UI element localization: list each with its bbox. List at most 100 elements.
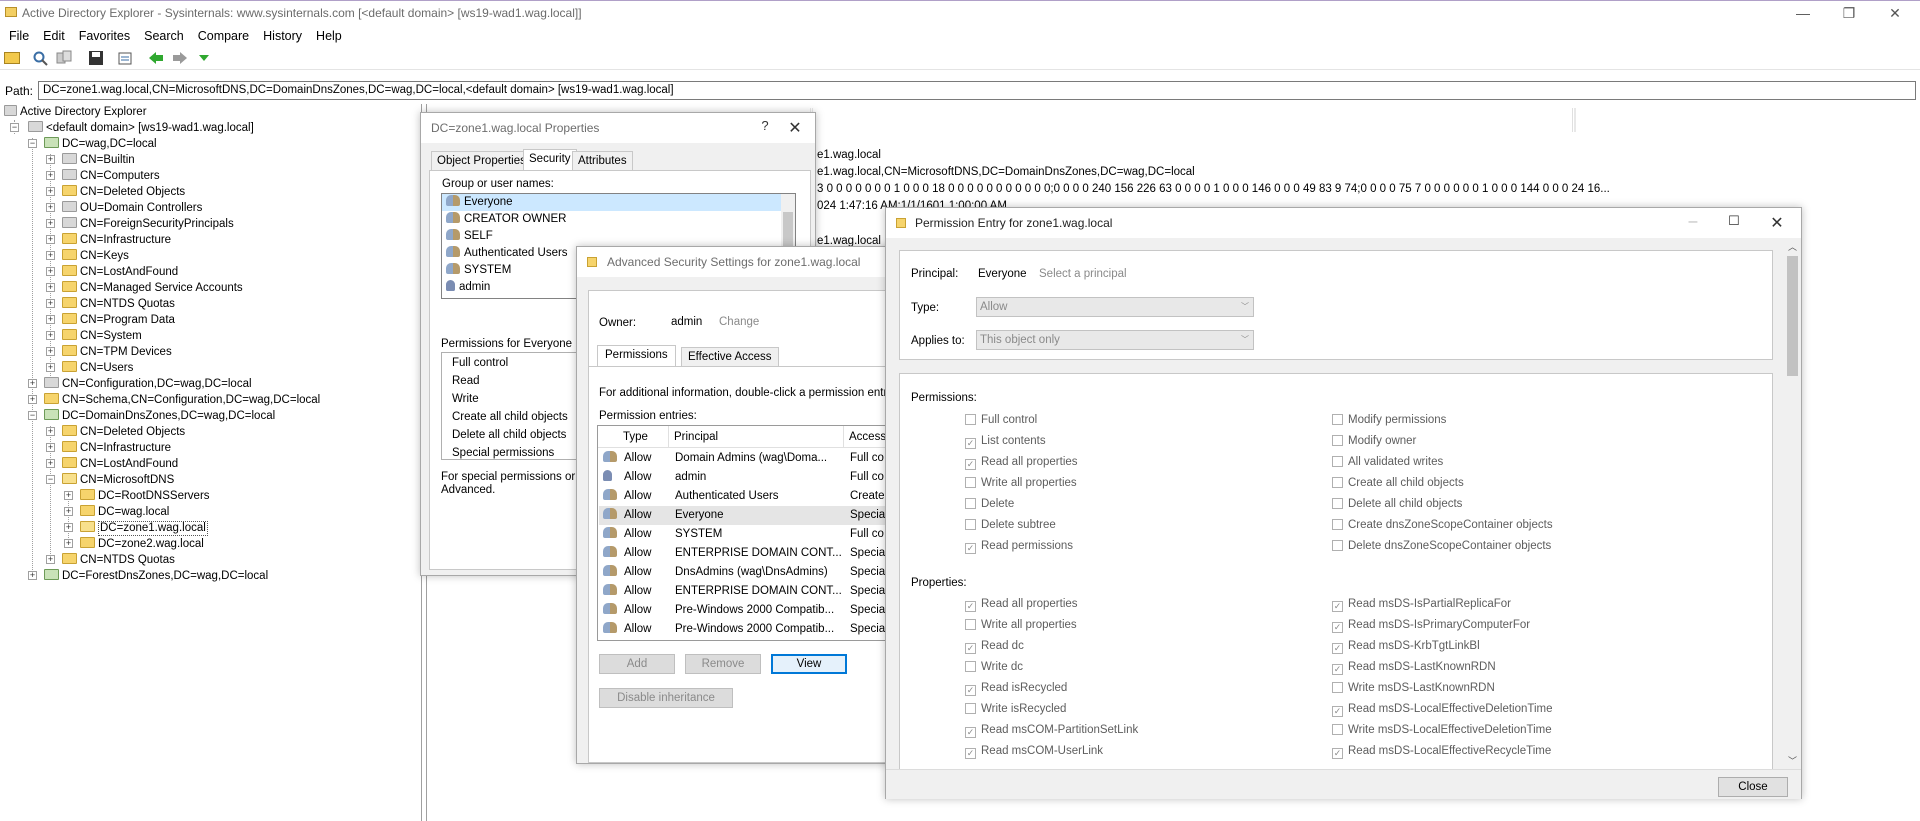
checkbox[interactable]: Write msDS-LastKnownRDN bbox=[1332, 682, 1495, 697]
type-dropdown[interactable]: Allow ﹀ bbox=[976, 297, 1254, 317]
checkbox[interactable]: Create dnsZoneScopeContainer objects bbox=[1332, 519, 1553, 534]
save-icon[interactable] bbox=[88, 50, 104, 66]
expand-icon[interactable]: + bbox=[46, 235, 55, 244]
expand-icon[interactable]: + bbox=[28, 571, 37, 580]
list-item[interactable]: CREATOR OWNER bbox=[442, 211, 795, 228]
checkbox[interactable]: Modify permissions bbox=[1332, 414, 1446, 429]
select-principal-link[interactable]: Select a principal bbox=[1039, 268, 1127, 280]
expand-icon[interactable]: + bbox=[46, 443, 55, 452]
expand-icon[interactable]: + bbox=[64, 491, 73, 500]
tree-node-tpm-devices[interactable]: + CN=TPM Devices bbox=[46, 344, 172, 360]
path-field[interactable]: DC=zone1.wag.local,CN=MicrosoftDNS,DC=Do… bbox=[38, 81, 1916, 100]
scroll-up-icon[interactable]: ︿ bbox=[1788, 240, 1797, 253]
collapse-icon[interactable]: − bbox=[28, 411, 37, 420]
remove-button[interactable]: Remove bbox=[685, 654, 761, 674]
scroll-down-icon[interactable]: ﹀ bbox=[1788, 754, 1797, 767]
expand-icon[interactable]: + bbox=[64, 523, 73, 532]
expand-icon[interactable]: + bbox=[64, 539, 73, 548]
tree-node-infrastructure[interactable]: + CN=Infrastructure bbox=[46, 232, 171, 248]
column-access[interactable]: Access bbox=[849, 431, 886, 443]
tree-node-managed-service-accounts[interactable]: + CN=Managed Service Accounts bbox=[46, 280, 243, 296]
expand-icon[interactable]: + bbox=[46, 219, 55, 228]
tree-node-domaindnszones[interactable]: − DC=DomainDnsZones,DC=wag,DC=local bbox=[28, 408, 275, 424]
checkbox[interactable]: Delete subtree bbox=[965, 519, 1056, 534]
table-row[interactable]: Allow admin Full co bbox=[599, 468, 897, 487]
checkbox[interactable]: Modify owner bbox=[1332, 435, 1416, 450]
checkbox[interactable]: Delete all child objects bbox=[1332, 498, 1462, 513]
column-type[interactable]: Type bbox=[623, 431, 648, 443]
help-button[interactable]: ? bbox=[755, 118, 775, 133]
menu-file[interactable]: File bbox=[0, 26, 36, 46]
checkbox[interactable]: Delete dnsZoneScopeContainer objects bbox=[1332, 540, 1551, 555]
table-row[interactable]: Allow SYSTEM Full co bbox=[599, 525, 897, 544]
tree-node-microsoftdns[interactable]: − CN=MicrosoftDNS bbox=[46, 472, 174, 488]
forward-arrow-icon[interactable] bbox=[172, 50, 188, 66]
checkbox[interactable]: ✓ Read all properties bbox=[965, 456, 1078, 471]
permission-entry-scrollbar[interactable]: ︿ ﹀ bbox=[1784, 238, 1801, 769]
table-row[interactable]: Allow Authenticated Users Create bbox=[599, 487, 897, 506]
checkbox[interactable]: All validated writes bbox=[1332, 456, 1443, 471]
view-button[interactable]: View bbox=[771, 654, 847, 674]
checkbox[interactable]: Write dc bbox=[965, 661, 1023, 676]
tree-node-system[interactable]: + CN=System bbox=[46, 328, 142, 344]
collapse-icon[interactable]: − bbox=[46, 475, 55, 484]
checkbox[interactable]: ✓ Read msDS-IsPrimaryComputerFor bbox=[1332, 619, 1530, 634]
expand-icon[interactable]: + bbox=[28, 379, 37, 388]
checkbox[interactable]: Write isRecycled bbox=[965, 703, 1066, 718]
tree-node-lostandfound[interactable]: + CN=LostAndFound bbox=[46, 264, 178, 280]
checkbox[interactable]: ✓ Read isRecycled bbox=[965, 682, 1067, 697]
tab-security[interactable]: Security bbox=[523, 149, 577, 171]
checkbox[interactable]: ✓ Read msDS-KrbTgtLinkBl bbox=[1332, 640, 1480, 655]
table-row[interactable]: Allow ENTERPRISE DOMAIN CONT... Special bbox=[599, 544, 897, 563]
applies-to-dropdown[interactable]: This object only ﹀ bbox=[976, 330, 1254, 350]
tree-node-default-domain[interactable]: − <default domain> [ws19-wad1.wag.local] bbox=[10, 120, 254, 136]
maximize-icon[interactable]: ☐ bbox=[1724, 213, 1744, 229]
tree-node-configuration[interactable]: + CN=Configuration,DC=wag,DC=local bbox=[28, 376, 252, 392]
checkbox[interactable]: Create all child objects bbox=[1332, 477, 1464, 492]
close-button[interactable]: Close bbox=[1718, 777, 1788, 797]
search-icon[interactable] bbox=[32, 50, 48, 66]
permission-entries-table[interactable]: Type Principal Access Allow Domain Admins… bbox=[597, 425, 898, 641]
disable-inheritance-button[interactable]: Disable inheritance bbox=[599, 688, 733, 708]
checkbox[interactable]: Write all properties bbox=[965, 619, 1077, 634]
tree-root[interactable]: Active Directory Explorer bbox=[4, 104, 147, 120]
checkbox[interactable]: ✓ Read dc bbox=[965, 640, 1024, 655]
tree-node-wag-local-zone[interactable]: + DC=wag.local bbox=[64, 504, 169, 520]
tab-attributes[interactable]: Attributes bbox=[572, 151, 633, 171]
back-arrow-icon[interactable] bbox=[148, 50, 164, 66]
tree-node-keys[interactable]: + CN=Keys bbox=[46, 248, 129, 264]
history-dropdown-icon[interactable] bbox=[196, 50, 212, 66]
expand-icon[interactable]: + bbox=[46, 347, 55, 356]
checkbox[interactable]: ✓ List contents bbox=[965, 435, 1046, 450]
open-folder-icon[interactable] bbox=[4, 52, 20, 64]
expand-icon[interactable]: + bbox=[46, 267, 55, 276]
checkbox[interactable]: Write msDS-LocalEffectiveDeletionTime bbox=[1332, 724, 1552, 739]
expand-icon[interactable]: + bbox=[46, 363, 55, 372]
close-icon[interactable]: ✕ bbox=[1767, 213, 1787, 233]
tree-node-builtin[interactable]: + CN=Builtin bbox=[46, 152, 135, 168]
expand-icon[interactable]: + bbox=[46, 187, 55, 196]
table-row[interactable]: Allow Everyone Special bbox=[599, 506, 897, 525]
checkbox[interactable]: Write all properties bbox=[965, 477, 1077, 492]
tree-node-dns-infrastructure[interactable]: + CN=Infrastructure bbox=[46, 440, 171, 456]
table-row[interactable]: Allow Pre-Windows 2000 Compatib... Special bbox=[599, 601, 897, 620]
expand-icon[interactable]: + bbox=[46, 171, 55, 180]
column-principal[interactable]: Principal bbox=[674, 431, 718, 443]
tree-node-dns-deleted-objects[interactable]: + CN=Deleted Objects bbox=[46, 424, 185, 440]
scroll-thumb[interactable] bbox=[1787, 256, 1798, 376]
tree-node-program-data[interactable]: + CN=Program Data bbox=[46, 312, 175, 328]
expand-icon[interactable]: + bbox=[64, 507, 73, 516]
menu-favorites[interactable]: Favorites bbox=[72, 26, 137, 46]
checkbox[interactable]: Delete bbox=[965, 498, 1014, 513]
expand-icon[interactable]: + bbox=[46, 283, 55, 292]
compare-icon[interactable] bbox=[56, 50, 72, 66]
checkbox[interactable]: ✓ Read msDS-LastKnownRDN bbox=[1332, 661, 1496, 676]
tab-object-properties[interactable]: Object Properties bbox=[431, 151, 532, 171]
collapse-icon[interactable]: − bbox=[28, 139, 37, 148]
table-row[interactable]: Allow Pre-Windows 2000 Compatib... Special bbox=[599, 620, 897, 639]
tree-node-users[interactable]: + CN=Users bbox=[46, 360, 133, 376]
menu-help[interactable]: Help bbox=[309, 26, 349, 46]
menu-history[interactable]: History bbox=[256, 26, 309, 46]
tab-permissions[interactable]: Permissions bbox=[597, 345, 676, 367]
expand-icon[interactable]: + bbox=[46, 155, 55, 164]
